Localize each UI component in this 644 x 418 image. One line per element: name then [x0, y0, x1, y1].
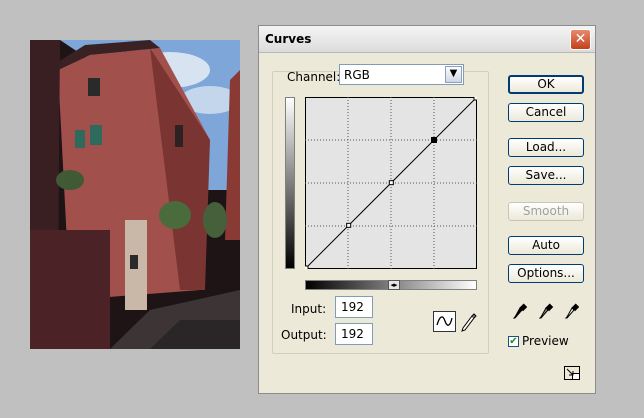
preview-label: Preview — [522, 334, 569, 348]
chevron-down-icon[interactable]: ▼ — [445, 66, 462, 83]
curve-point[interactable] — [346, 222, 352, 228]
input-field[interactable]: 192 — [335, 296, 373, 318]
gradient-toggle-handle[interactable]: ◂▸ — [388, 280, 400, 290]
channel-value: RGB — [344, 68, 370, 82]
pencil-tool-button[interactable] — [458, 311, 478, 332]
resize-icon[interactable] — [564, 366, 580, 380]
options-button[interactable]: Options... — [508, 264, 584, 283]
dialog-title: Curves — [265, 32, 312, 46]
close-button[interactable]: ✕ — [570, 29, 591, 50]
channel-select[interactable]: RGB ▼ — [339, 64, 464, 85]
save-button[interactable]: Save... — [508, 166, 584, 185]
smooth-button: Smooth — [508, 202, 584, 221]
load-button[interactable]: Load... — [508, 138, 584, 157]
ok-button[interactable]: OK — [508, 75, 584, 94]
gray-eyedropper-icon[interactable] — [539, 303, 553, 319]
cancel-button[interactable]: Cancel — [508, 103, 584, 122]
curve-point[interactable] — [388, 180, 394, 186]
curve-point[interactable] — [431, 137, 437, 143]
auto-button[interactable]: Auto — [508, 236, 584, 255]
curves-dialog: Curves ✕ Channel: RGB ▼ ◂▸ Input: 192 Ou… — [258, 25, 596, 394]
output-label: Output: — [281, 328, 327, 342]
image-canvas — [30, 40, 240, 349]
title-bar[interactable]: Curves ✕ — [259, 26, 595, 53]
curve-tool-button[interactable] — [433, 311, 456, 332]
curve-graph[interactable] — [305, 97, 477, 269]
output-gradient-bar — [285, 97, 295, 269]
white-eyedropper-icon[interactable] — [565, 303, 579, 319]
input-label: Input: — [291, 302, 327, 316]
curve-point[interactable] — [305, 265, 309, 269]
close-icon: ✕ — [574, 31, 587, 47]
curve-icon — [436, 316, 453, 326]
preview-checkbox[interactable]: ✔ — [508, 336, 519, 347]
pencil-icon — [461, 313, 477, 332]
channel-label: Channel: — [287, 70, 341, 84]
output-field[interactable]: 192 — [335, 323, 373, 345]
street-photo — [30, 40, 240, 349]
input-gradient-bar: ◂▸ — [305, 280, 477, 290]
black-eyedropper-icon[interactable] — [513, 303, 527, 319]
curve-point[interactable] — [473, 97, 477, 101]
